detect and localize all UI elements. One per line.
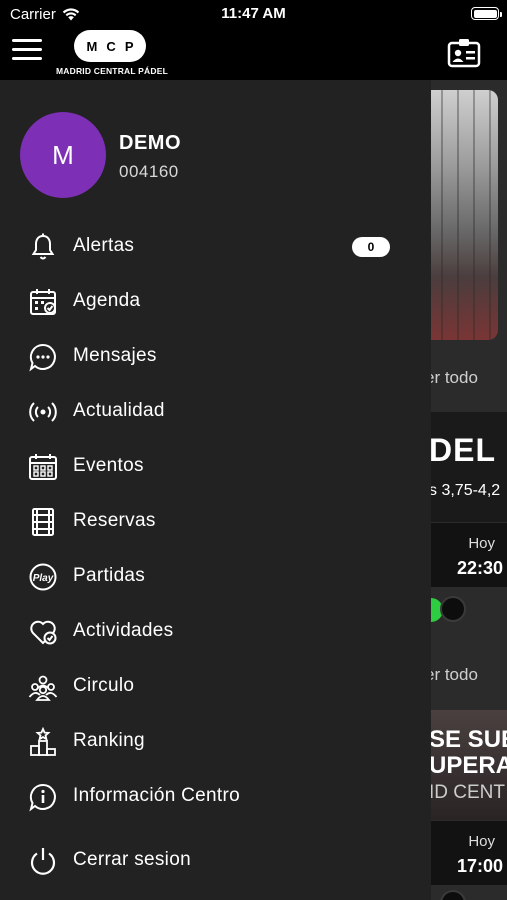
menu-label: Ranking (73, 730, 145, 751)
court-icon (28, 507, 58, 537)
menu-label: Circulo (73, 675, 135, 696)
side-drawer: M DEMO 004160 Alertas 0 Agenda Mensajes … (0, 80, 431, 900)
banner-line: UPERA (431, 752, 507, 779)
alert-count-badge: 0 (352, 237, 390, 257)
player-avatar (440, 596, 466, 622)
event-banner[interactable]: SE SUE UPERA ID CENT (431, 710, 507, 820)
logo-letter-c: C (106, 38, 116, 54)
group-icon (28, 672, 58, 702)
clock: 11:47 AM (221, 5, 286, 22)
info-icon (28, 782, 58, 812)
calendar-grid-icon (28, 452, 58, 482)
menu-item-eventos[interactable]: Eventos (0, 441, 431, 493)
logo-mark: M C P (74, 30, 146, 62)
broadcast-icon (28, 397, 58, 427)
menu-label: Eventos (73, 455, 144, 476)
menu-item-reservas[interactable]: Reservas (0, 496, 431, 548)
logo-letter-m: M (86, 38, 98, 54)
court-photo (431, 90, 498, 340)
battery-icon (471, 7, 502, 20)
menu-label: Reservas (73, 510, 156, 531)
menu-label: Partidas (73, 565, 146, 586)
menu-item-circulo[interactable]: Circulo (0, 661, 431, 713)
logo-text: MADRID CENTRAL PÁDEL (56, 66, 168, 76)
menu-label: Actualidad (73, 400, 165, 421)
menu-item-agenda[interactable]: Agenda (0, 276, 431, 328)
profile-name: DEMO (119, 132, 181, 154)
banner-title: DEL (431, 432, 496, 468)
play-icon: Play (28, 562, 58, 592)
match-time: 17:00 (456, 856, 503, 876)
heart-check-icon (28, 617, 58, 647)
status-bar: Carrier 11:47 AM (0, 0, 507, 28)
banner-line: SE SUE (431, 726, 507, 753)
logout-button[interactable]: Cerrar sesion (0, 835, 431, 887)
menu-item-ranking[interactable]: Ranking (0, 716, 431, 768)
menu-label: Agenda (73, 290, 141, 311)
svg-text:Play: Play (33, 573, 54, 584)
menu-item-actualidad[interactable]: Actualidad (0, 386, 431, 438)
podium-icon (28, 727, 58, 757)
match-time: 22:30 (456, 558, 503, 578)
match-day: Hoy (468, 833, 495, 850)
menu-item-alertas[interactable]: Alertas 0 (0, 221, 431, 273)
menu-label: Alertas (73, 235, 135, 256)
match-card[interactable]: Hoy 22:30 (431, 523, 507, 587)
menu-item-actividades[interactable]: Actividades (0, 606, 431, 658)
logo-letter-p: P (124, 38, 134, 54)
banner-line: ID CENT (431, 782, 505, 803)
menu-label: Mensajes (73, 345, 157, 366)
ver-todo-link[interactable]: er todo (431, 368, 478, 388)
event-banner[interactable]: DEL s 3,75-4,2 (431, 412, 507, 522)
member-card-icon[interactable] (447, 38, 481, 68)
bell-icon (28, 232, 58, 262)
menu-label: Información Centro (73, 785, 240, 806)
banner-subtitle: s 3,75-4,2 (431, 482, 501, 499)
background-content: er todo DEL s 3,75-4,2 Hoy 22:30 er todo… (431, 80, 507, 900)
menu-label: Actividades (73, 620, 174, 641)
avatar-initial: M (52, 139, 74, 170)
hamburger-icon[interactable] (12, 39, 42, 63)
avatar[interactable]: M (20, 112, 106, 198)
menu-item-partidas[interactable]: Play Partidas (0, 551, 431, 603)
profile-id: 004160 (119, 162, 179, 181)
match-day: Hoy (468, 535, 495, 552)
menu-label: Cerrar sesion (73, 849, 191, 870)
calendar-check-icon (28, 287, 58, 317)
menu-item-mensajes[interactable]: Mensajes (0, 331, 431, 383)
player-avatar (440, 890, 466, 900)
match-card[interactable]: Hoy 17:00 (431, 821, 507, 885)
power-icon (28, 846, 58, 876)
ver-todo-link[interactable]: er todo (431, 665, 478, 685)
app-header: M C P MADRID CENTRAL PÁDEL (0, 28, 507, 80)
menu-item-informacion-centro[interactable]: Información Centro (0, 771, 431, 823)
app-logo: M C P MADRID CENTRAL PÁDEL (52, 30, 172, 78)
chat-bubble-icon (28, 342, 58, 372)
